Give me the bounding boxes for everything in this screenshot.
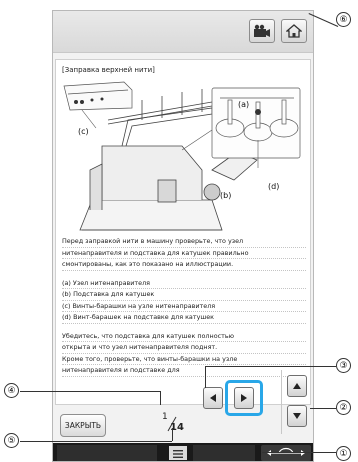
- device-screen: [Заправка верхней нити] (a) (b) (c) (d) …: [52, 10, 314, 462]
- callout-d: (d): [268, 182, 280, 191]
- paragraph-line: смонтированы, как это показано на иллюст…: [62, 259, 306, 271]
- legend-item: (c) Винты-барашки на узле нитенаправител…: [62, 301, 306, 312]
- scroll-down-button[interactable]: [287, 405, 307, 427]
- paragraph-line: Убедитесь, что подставка для катушек пол…: [62, 331, 306, 342]
- home-icon: [286, 24, 302, 38]
- page-indicator: 1 14: [159, 412, 189, 440]
- thread-status-button[interactable]: [261, 445, 311, 461]
- list-button[interactable]: [169, 446, 187, 460]
- document-title: [Заправка верхней нити]: [62, 66, 155, 74]
- arrow-left-icon: [210, 394, 216, 402]
- close-button[interactable]: ЗАКРЫТЬ: [60, 414, 106, 437]
- page-right-button[interactable]: [234, 387, 254, 409]
- arrow-right-icon: [241, 394, 247, 402]
- paragraph-line: нитенаправителя и подставка для катушек …: [62, 248, 306, 259]
- legend-item: (a) Узел нитенаправителя: [62, 278, 306, 289]
- manual-document[interactable]: [Заправка верхней нити] (a) (b) (c) (d) …: [55, 59, 311, 405]
- scroll-up-button[interactable]: [287, 375, 307, 397]
- paragraph-line: Кроме того, проверьте, что винты-барашки…: [62, 354, 306, 365]
- callout-number-4: ④: [4, 383, 19, 398]
- callout-number-6: ⑥: [336, 12, 351, 27]
- arrow-down-icon: [293, 413, 301, 419]
- callout-b: (b): [220, 191, 232, 200]
- paragraph-line: открыта и что узел нитенаправителя подня…: [62, 342, 306, 354]
- callout-number-1: ①: [336, 446, 351, 461]
- arrow-up-icon: [293, 383, 301, 389]
- legend-item: (b) Подставка для катушек: [62, 289, 306, 301]
- callout-number-2: ②: [336, 400, 351, 415]
- callout-number-3: ③: [336, 358, 351, 373]
- thread-arrow-icon: [267, 447, 305, 456]
- legend-item: (d) Винт-барашек на подставке для катуше…: [62, 312, 306, 324]
- home-button[interactable]: [281, 19, 307, 43]
- callout-c: (c): [78, 127, 89, 136]
- page-left-button[interactable]: [203, 387, 223, 409]
- list-icon: [173, 450, 183, 458]
- video-button[interactable]: [249, 19, 275, 43]
- video-icon: [254, 24, 270, 37]
- machine-illustration: [63, 81, 301, 231]
- paragraph-line: Перед заправкой нити в машину проверьте,…: [62, 236, 306, 248]
- header-bar: [53, 11, 313, 53]
- document-body: Перед заправкой нити в машину проверьте,…: [62, 236, 306, 377]
- callout-a: (a): [238, 100, 250, 109]
- callout-number-5: ⑤: [4, 433, 19, 448]
- manual-figure: [Заправка верхней нити] (a) (b) (c) (d) …: [0, 0, 358, 462]
